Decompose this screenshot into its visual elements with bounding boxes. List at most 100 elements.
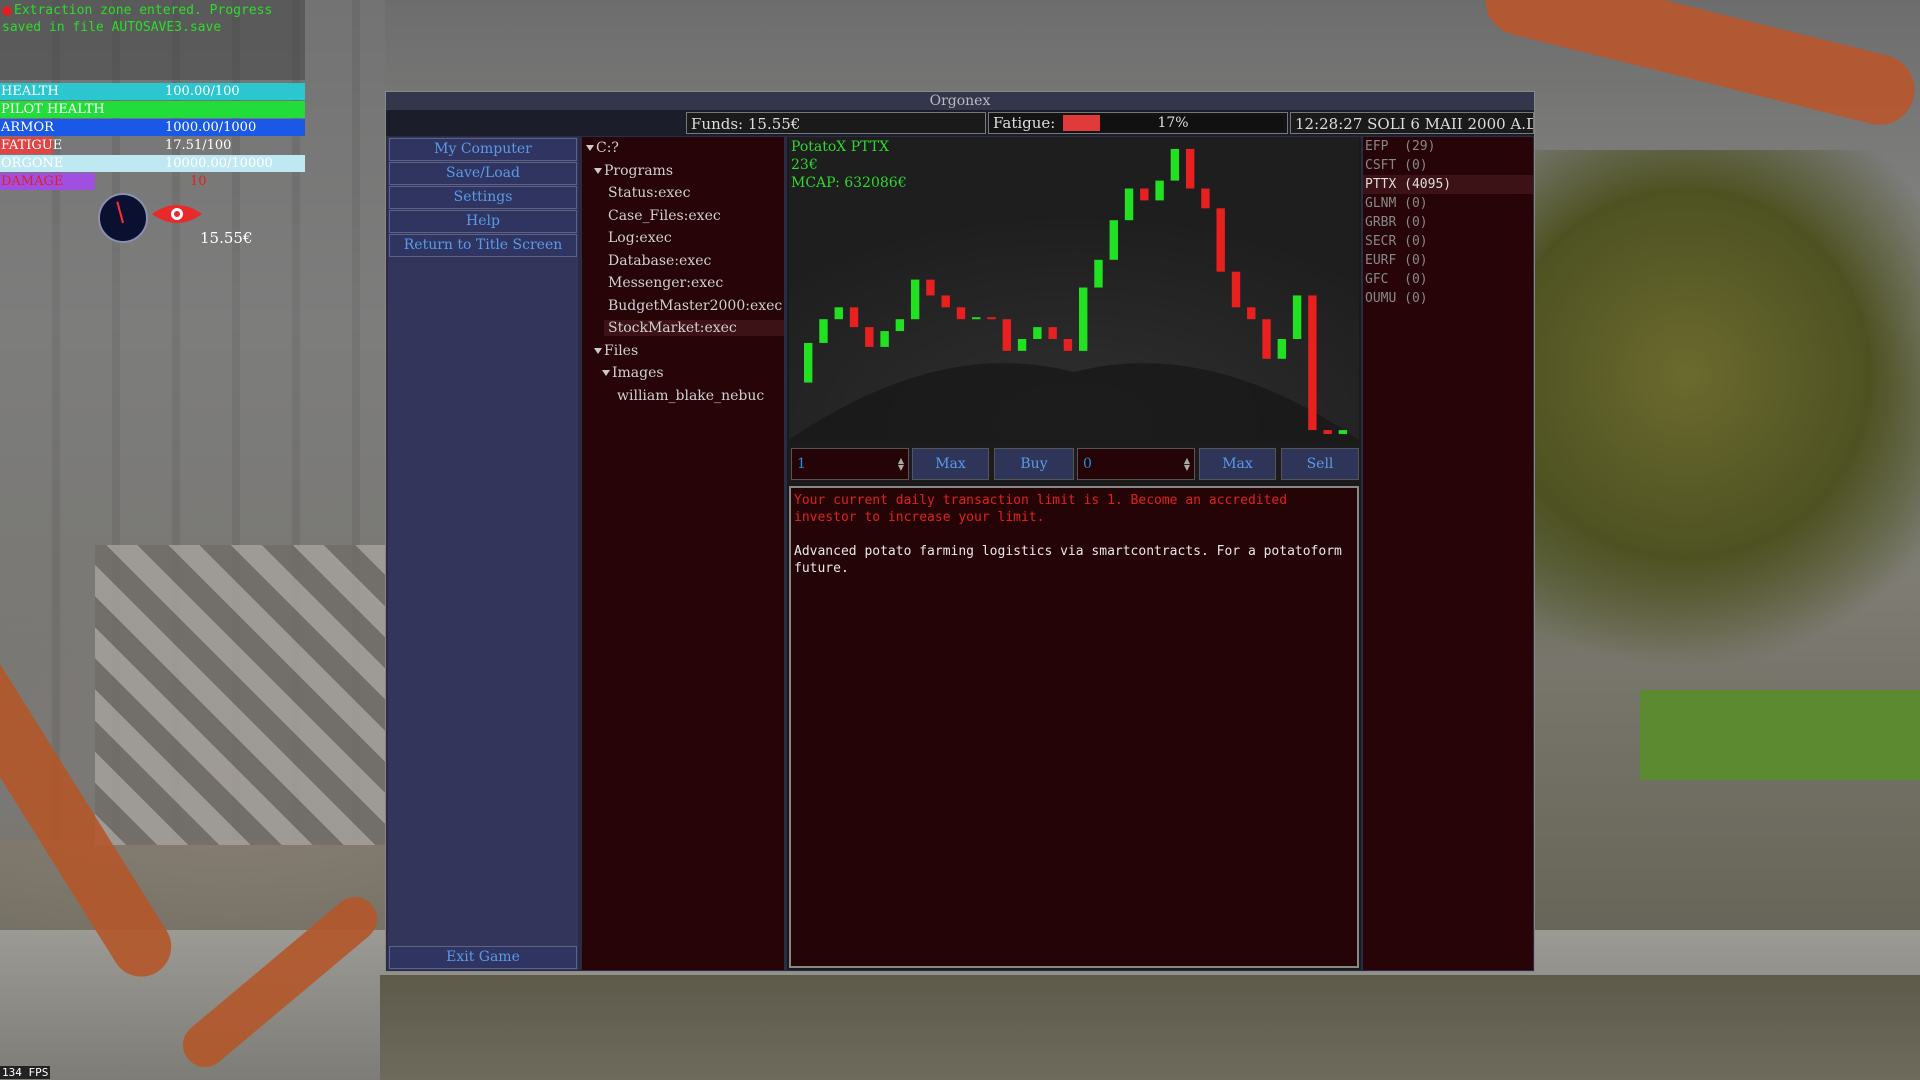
- ticker-item[interactable]: GRBR (0): [1363, 213, 1533, 232]
- candle: [849, 307, 859, 328]
- my-computer-button[interactable]: My Computer: [389, 138, 577, 161]
- ticker-item[interactable]: PTTX (4095): [1363, 175, 1533, 194]
- candle: [1216, 208, 1225, 272]
- help-button[interactable]: Help: [389, 210, 577, 233]
- candle: [1323, 430, 1332, 435]
- tree-item-budgetmaster[interactable]: BudgetMaster2000:exec: [608, 298, 782, 314]
- stock-message-box: Your current daily transaction limit is …: [789, 486, 1359, 968]
- sell-button[interactable]: Sell: [1281, 448, 1359, 480]
- hud-bar-value: 1000.00/1000: [165, 120, 257, 135]
- candle: [895, 319, 905, 332]
- hud-bar-damage: DAMAGE 10: [0, 173, 305, 190]
- hud-bar-pilot-health: PILOT HEALTH: [0, 101, 305, 118]
- tree-item-messenger[interactable]: Messenger:exec: [608, 275, 723, 291]
- tree-root[interactable]: C:?: [586, 140, 619, 156]
- eye-icon: [152, 205, 202, 223]
- candle: [1155, 180, 1164, 201]
- candle: [1262, 319, 1271, 359]
- hud-bar-label: DAMAGE: [1, 174, 64, 189]
- tree-item-log[interactable]: Log:exec: [608, 230, 672, 246]
- candle: [1079, 287, 1088, 351]
- candle: [1140, 188, 1149, 201]
- ticker-item[interactable]: SECR (0): [1363, 232, 1533, 251]
- ticker-item[interactable]: GLNM (0): [1363, 194, 1533, 213]
- candle: [1185, 148, 1195, 189]
- candle: [1231, 271, 1241, 308]
- tree-item-stockmarket[interactable]: StockMarket:exec: [604, 320, 784, 336]
- stock-price: 23€: [791, 157, 818, 173]
- exit-game-button[interactable]: Exit Game: [389, 946, 577, 969]
- hud-message-text: Extraction zone entered. Progress saved …: [2, 3, 273, 35]
- fps-counter: 134 FPS: [0, 1066, 51, 1079]
- stock-mcap: MCAP: 632086€: [791, 175, 907, 191]
- ticker-item[interactable]: OUMU (0): [1363, 289, 1533, 308]
- candle: [972, 317, 981, 320]
- hud-bar-value: 17.51/100: [165, 138, 232, 153]
- status-row: Funds: 15.55€ Fatigue: 17% 12:28:27 SOLI…: [386, 110, 1534, 136]
- buy-max-button[interactable]: Max: [912, 448, 989, 480]
- ticker-item[interactable]: CSFT (0): [1363, 156, 1533, 175]
- window-title: Orgonex: [386, 92, 1534, 111]
- candle: [834, 307, 843, 320]
- buy-button[interactable]: Buy: [994, 448, 1074, 480]
- stock-panel: PotatoX PTTX 23€ MCAP: 632086€ 1 ▲ ▼ Max …: [787, 137, 1361, 970]
- checkered-stairs: [95, 545, 395, 845]
- tree-programs[interactable]: Programs: [594, 163, 673, 179]
- candle: [956, 307, 966, 320]
- ticker-item[interactable]: EFP (29): [1363, 137, 1533, 156]
- candle: [865, 327, 874, 347]
- expand-triangle-icon: [586, 145, 594, 151]
- save-load-button[interactable]: Save/Load: [389, 162, 577, 185]
- expand-triangle-icon: [602, 370, 610, 376]
- tree-item-image-file[interactable]: william_blake_nebuc: [617, 388, 764, 404]
- grass: [1640, 690, 1920, 780]
- compass-icon: [98, 193, 148, 243]
- settings-button[interactable]: Settings: [389, 186, 577, 209]
- trade-controls: 1 ▲ ▼ Max Buy 0 ▲ ▼ Max Sell: [789, 445, 1359, 481]
- hud-funds: 15.55€: [200, 229, 253, 247]
- return-to-title-button[interactable]: Return to Title Screen: [389, 234, 577, 257]
- hud-bar-label: FATIGUE: [1, 138, 63, 153]
- candle: [987, 317, 996, 320]
- hud-bar-health: HEALTH 100.00/100: [0, 83, 305, 100]
- hud-bar-label: PILOT HEALTH: [1, 102, 105, 117]
- spinner-arrows-icon[interactable]: ▲ ▼: [1184, 457, 1190, 472]
- hud-bar-fatigue: FATIGUE 17.51/100: [0, 137, 305, 154]
- tree-images[interactable]: Images: [602, 365, 664, 381]
- expand-triangle-icon: [594, 168, 602, 174]
- clock: 12:28:27 SOLI 6 MAII 2000 A.D: [1290, 112, 1534, 134]
- candle: [1048, 327, 1057, 339]
- candle: [819, 319, 828, 343]
- fatigue-meter: Fatigue: 17%: [988, 112, 1288, 134]
- expand-triangle-icon: [594, 348, 602, 354]
- hud-stat-bars: HEALTH 100.00/100 PILOT HEALTH ARMOR 1000.00…: [0, 83, 305, 191]
- hud-bar-armor: ARMOR 1000.00/1000: [0, 119, 305, 136]
- candle: [1063, 339, 1073, 351]
- sell-quantity-input[interactable]: 0 ▲ ▼: [1077, 448, 1195, 480]
- spinner-arrows-icon[interactable]: ▲ ▼: [898, 457, 904, 472]
- candle: [804, 342, 813, 383]
- hud-bar-value: 100.00/100: [165, 84, 240, 99]
- ticker-item[interactable]: GFC (0): [1363, 270, 1533, 289]
- fatigue-percent: 17%: [1157, 115, 1189, 131]
- candle: [926, 279, 935, 296]
- water: [380, 975, 1920, 1080]
- left-nav: My Computer Save/Load Settings Help Retu…: [388, 137, 578, 970]
- fatigue-track: 17%: [1063, 115, 1283, 131]
- ticker-item[interactable]: EURF (0): [1363, 251, 1533, 270]
- candle: [1170, 148, 1180, 181]
- price-chart: PotatoX PTTX 23€ MCAP: 632086€: [789, 137, 1359, 440]
- tree-item-status[interactable]: Status:exec: [608, 185, 690, 201]
- hud-bar-label: ARMOR: [1, 120, 54, 135]
- computer-window: Orgonex Funds: 15.55€ Fatigue: 17% 12:28…: [385, 91, 1535, 972]
- stock-name: PotatoX PTTX: [791, 139, 890, 155]
- buy-quantity-input[interactable]: 1 ▲ ▼: [791, 448, 909, 480]
- hud-message: Extraction zone entered. Progress saved …: [0, 0, 305, 80]
- sell-max-button[interactable]: Max: [1199, 448, 1276, 480]
- candle: [1292, 295, 1302, 339]
- candle: [1338, 430, 1348, 435]
- tree-item-database[interactable]: Database:exec: [608, 253, 711, 269]
- tree-files[interactable]: Files: [594, 343, 638, 359]
- stock-description: Advanced potato farming logistics via sm…: [794, 544, 1350, 576]
- tree-item-case-files[interactable]: Case_Files:exec: [608, 208, 721, 224]
